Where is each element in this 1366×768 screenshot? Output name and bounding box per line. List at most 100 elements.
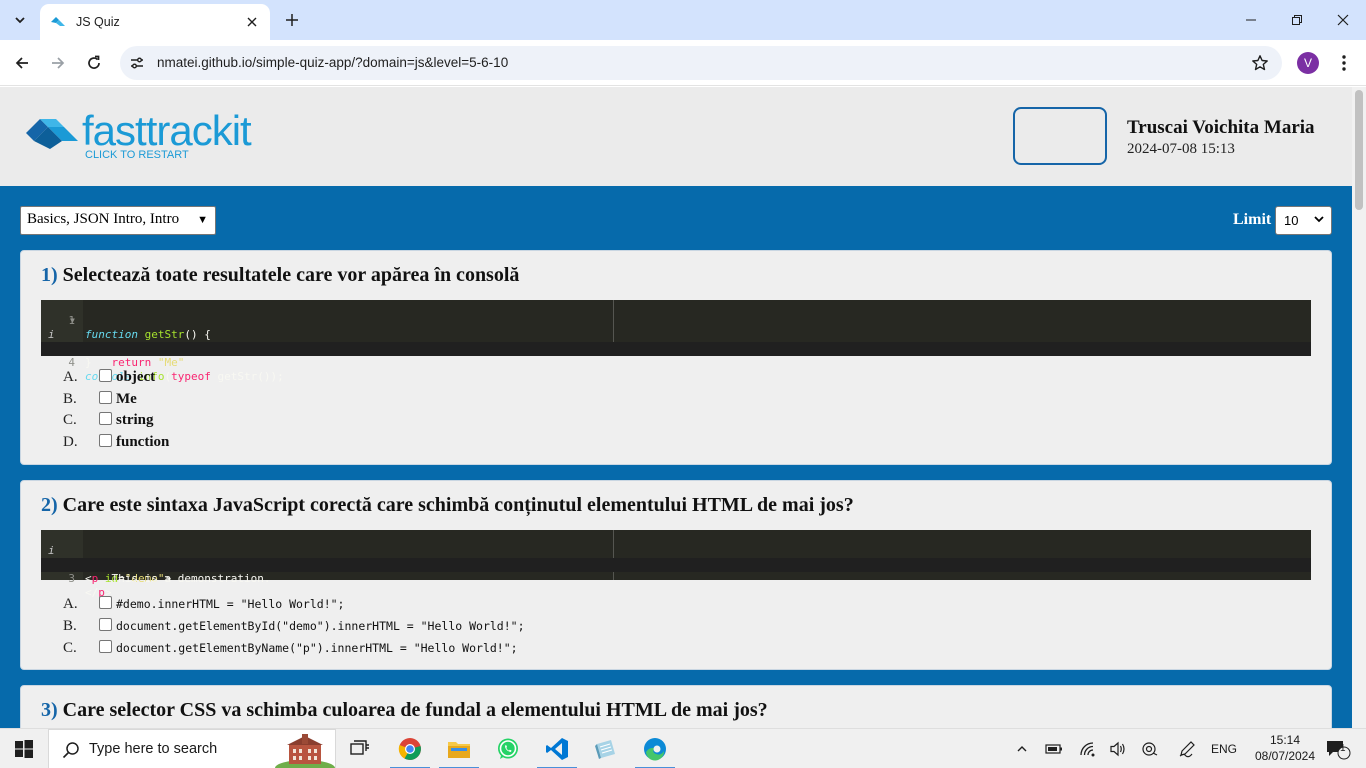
triangle-down-icon: ▼ <box>197 214 208 226</box>
code-line-active: 3 </p> <box>41 558 1311 599</box>
fasttrackit-favicon-icon <box>50 14 66 30</box>
answer-letter: B. <box>63 617 77 634</box>
question-number: 2) <box>41 494 58 516</box>
answer-option[interactable]: C. string <box>61 410 169 432</box>
code-editor[interactable]: 1▼ function getStr() { i 2 return "Me" 3… <box>41 300 1311 383</box>
reload-icon <box>88 55 100 69</box>
new-tab-button[interactable] <box>280 8 304 32</box>
language-code: ENG <box>1210 742 1237 756</box>
answer-text[interactable]: #demo.innerHTML = "Hello World!"; <box>116 597 344 611</box>
question-title: 2) Care este sintaxa JavaScript corectă … <box>41 494 854 517</box>
limit-select[interactable]: 10 <box>1275 206 1332 235</box>
taskbar-search[interactable]: Type here to search <box>48 729 336 768</box>
show-hidden-icons-button[interactable] <box>1010 729 1034 768</box>
webcam-icon <box>1142 742 1158 756</box>
code-editor[interactable]: i 1▼ <p id="demo"> 2 This is a demonstra… <box>41 530 1311 599</box>
code-line: i 2 return "Me" <box>41 314 1311 369</box>
answer-checkbox[interactable] <box>99 617 112 631</box>
question-card: 2) Care este sintaxa JavaScript corectă … <box>20 480 1332 670</box>
answer-option[interactable]: C. document.getElementByName("p").innerH… <box>61 637 525 659</box>
folder-icon <box>448 742 470 758</box>
answer-letter: D. <box>63 433 78 450</box>
back-button[interactable] <box>8 49 36 77</box>
answer-checkbox[interactable] <box>99 433 112 447</box>
restore-button[interactable] <box>1274 0 1320 40</box>
answer-letter: A. <box>63 595 78 612</box>
forward-button[interactable] <box>44 49 72 77</box>
answer-text[interactable]: Me <box>116 391 137 408</box>
close-window-button[interactable] <box>1320 0 1366 40</box>
site-settings-icon[interactable] <box>128 54 146 72</box>
battery-status[interactable] <box>1042 729 1066 768</box>
tab-search-button[interactable] <box>8 8 32 32</box>
answer-option[interactable]: B. document.getElementById("demo").inner… <box>61 615 525 637</box>
clock-time: 15:14 <box>1269 733 1301 747</box>
quiz-area: Basics, JSON Intro, Intro ▼ Limit 10 1) … <box>0 186 1352 728</box>
domain-select[interactable]: Basics, JSON Intro, Intro ▼ <box>20 206 216 235</box>
wifi-icon <box>1080 742 1095 757</box>
answer-checkbox[interactable] <box>99 412 112 426</box>
answer-text[interactable]: function <box>116 434 169 451</box>
answer-option[interactable]: D. function <box>61 432 169 454</box>
browser-menu-button[interactable] <box>1332 50 1356 76</box>
answer-checkbox[interactable] <box>99 595 112 609</box>
answer-text[interactable]: object <box>116 369 155 386</box>
question-title: 3) Care selector CSS va schimba culoarea… <box>41 699 768 722</box>
input-language[interactable]: ENG <box>1206 729 1242 768</box>
scrollbar-thumb[interactable] <box>1355 90 1363 210</box>
taskbar-clock[interactable]: 15:14 08/07/2024 <box>1254 732 1316 764</box>
start-button[interactable] <box>0 729 48 768</box>
answer-option[interactable]: A. object <box>61 367 169 389</box>
profile-avatar[interactable]: V <box>1297 52 1319 74</box>
limit-label: Limit <box>1233 211 1272 228</box>
task-view-icon <box>350 740 369 755</box>
fasttrackit-logo[interactable]: fasttrackit CLICK TO RESTART <box>24 107 264 163</box>
page-scrollbar[interactable] <box>1352 87 1366 728</box>
chevron-up-icon <box>1017 746 1027 752</box>
restart-hint[interactable]: CLICK TO RESTART <box>85 149 189 161</box>
answer-letter: A. <box>63 369 78 386</box>
meet-now-button[interactable] <box>1138 729 1162 768</box>
answer-list: A. #demo.innerHTML = "Hello World!"; B. … <box>61 593 525 659</box>
search-highlight-building-icon <box>275 734 335 768</box>
notification-icon <box>1327 741 1351 760</box>
code-line: 1 ▼ function getStr() { <box>41 300 1311 341</box>
address-bar[interactable]: nmatei.github.io/simple-quiz-app/?domain… <box>120 46 1282 80</box>
plus-icon <box>286 14 298 26</box>
taskbar-whatsapp[interactable] <box>484 729 532 768</box>
task-view-button[interactable] <box>336 729 384 768</box>
taskbar-chrome[interactable] <box>386 729 434 768</box>
taskbar-notes-app[interactable] <box>582 729 630 768</box>
answer-option[interactable]: A. #demo.innerHTML = "Hello World!"; <box>61 593 525 615</box>
question-text: Selectează toate resultatele care vor ap… <box>62 264 520 286</box>
network-status[interactable] <box>1076 729 1100 768</box>
pen-workspace-button[interactable] <box>1174 729 1200 768</box>
reload-button[interactable] <box>80 49 108 77</box>
answer-checkbox[interactable] <box>99 369 112 383</box>
answer-letter: C. <box>63 412 77 429</box>
chevron-down-icon <box>1314 216 1324 223</box>
minimize-button[interactable] <box>1228 0 1274 40</box>
volume-control[interactable] <box>1106 729 1130 768</box>
taskbar-edge[interactable] <box>631 729 679 768</box>
line-number: 3 <box>68 572 75 585</box>
browser-tab-bar: JS Quiz <box>0 0 1366 40</box>
answer-checkbox[interactable] <box>99 639 112 653</box>
answer-text[interactable]: document.getElementByName("p").innerHTML… <box>116 641 518 655</box>
battery-icon <box>1045 744 1062 754</box>
bookmark-star-icon[interactable] <box>1250 53 1270 73</box>
notification-center-button[interactable]: 1 <box>1318 729 1358 768</box>
close-icon <box>1337 14 1349 26</box>
question-number: 1) <box>41 264 58 286</box>
browser-tab-active[interactable]: JS Quiz <box>40 4 270 40</box>
answer-text[interactable]: string <box>116 412 154 429</box>
taskbar-file-explorer[interactable] <box>435 729 483 768</box>
answer-option[interactable]: B. Me <box>61 389 169 411</box>
more-vertical-icon <box>1342 55 1346 71</box>
answer-text[interactable]: document.getElementById("demo").innerHTM… <box>116 619 525 633</box>
taskbar-vscode[interactable] <box>533 729 581 768</box>
whatsapp-icon <box>498 738 518 759</box>
answer-checkbox[interactable] <box>99 390 112 404</box>
question-number: 3) <box>41 699 58 721</box>
close-icon[interactable] <box>244 14 260 30</box>
